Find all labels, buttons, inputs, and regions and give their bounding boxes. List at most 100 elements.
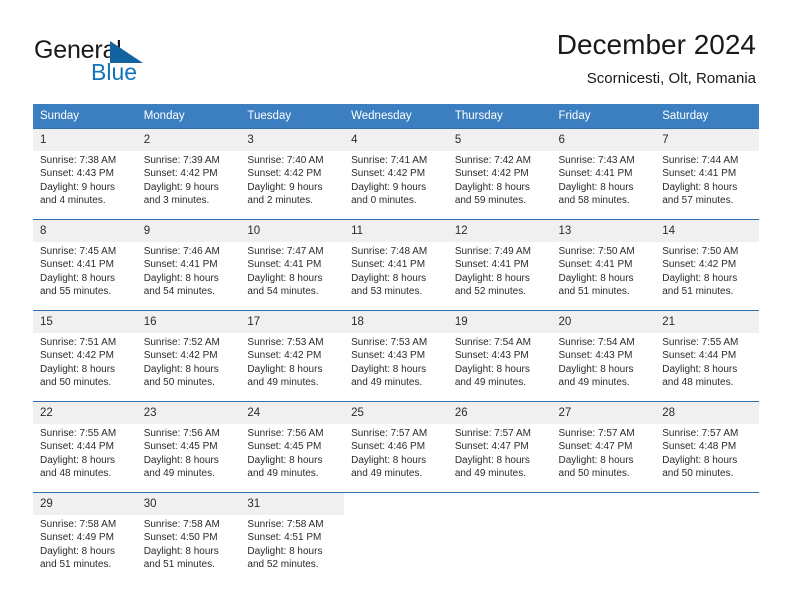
sunrise-text: Sunrise: 7:40 AM bbox=[247, 155, 324, 166]
day-cell[interactable]: 26 Sunrise: 7:57 AM Sunset: 4:47 PM Dayl… bbox=[447, 402, 552, 492]
sunrise-text: Sunrise: 7:50 AM bbox=[558, 246, 635, 257]
sunrise-text: Sunrise: 7:50 AM bbox=[662, 246, 739, 257]
day-cell[interactable]: 18 Sunrise: 7:53 AM Sunset: 4:43 PM Dayl… bbox=[344, 311, 448, 401]
day-cell[interactable]: 20 Sunrise: 7:54 AM Sunset: 4:43 PM Dayl… bbox=[551, 311, 656, 401]
day-cell[interactable]: 15 Sunrise: 7:51 AM Sunset: 4:42 PM Dayl… bbox=[33, 311, 137, 401]
sunrise-text: Sunrise: 7:43 AM bbox=[558, 155, 635, 166]
day-cell[interactable]: 22 Sunrise: 7:55 AM Sunset: 4:44 PM Dayl… bbox=[33, 402, 137, 492]
day-cell[interactable]: 2 Sunrise: 7:39 AM Sunset: 4:42 PM Dayli… bbox=[136, 129, 241, 219]
sunset-text: Sunset: 4:46 PM bbox=[351, 441, 426, 453]
day-cell[interactable]: 29 Sunrise: 7:58 AM Sunset: 4:49 PM Dayl… bbox=[33, 493, 137, 583]
day-cell-empty bbox=[344, 493, 448, 583]
day-cell[interactable]: 13 Sunrise: 7:50 AM Sunset: 4:41 PM Dayl… bbox=[551, 220, 656, 310]
day-cell[interactable]: 24 Sunrise: 7:56 AM Sunset: 4:45 PM Dayl… bbox=[240, 402, 345, 492]
daylight-text-line1: Daylight: 8 hours bbox=[454, 272, 530, 284]
day-info: Sunrise: 7:49 AM Sunset: 4:41 PM Dayligh… bbox=[448, 242, 552, 299]
daylight-text-line2: and 51 minutes. bbox=[662, 286, 734, 298]
day-info: Sunrise: 7:42 AM Sunset: 4:42 PM Dayligh… bbox=[448, 151, 552, 208]
day-cell[interactable]: 12 Sunrise: 7:49 AM Sunset: 4:41 PM Dayl… bbox=[447, 220, 552, 310]
daylight-text-line2: and 3 minutes. bbox=[143, 195, 210, 207]
day-cell[interactable]: 23 Sunrise: 7:56 AM Sunset: 4:45 PM Dayl… bbox=[136, 402, 241, 492]
daylight-text-line2: and 54 minutes. bbox=[247, 286, 319, 298]
sunset-text: Sunset: 4:43 PM bbox=[351, 350, 426, 362]
sunrise-text: Sunrise: 7:42 AM bbox=[454, 155, 531, 166]
day-number: 30 bbox=[136, 493, 241, 515]
day-number: 13 bbox=[551, 220, 656, 242]
day-number: 2 bbox=[136, 129, 241, 151]
day-cell[interactable]: 28 Sunrise: 7:57 AM Sunset: 4:48 PM Dayl… bbox=[655, 402, 759, 492]
day-number: 19 bbox=[447, 311, 552, 333]
sunset-text: Sunset: 4:42 PM bbox=[247, 350, 322, 362]
sunrise-text: Sunrise: 7:49 AM bbox=[454, 246, 531, 257]
sunset-text: Sunset: 4:41 PM bbox=[247, 259, 322, 271]
daylight-text-line2: and 52 minutes. bbox=[247, 559, 319, 571]
day-number bbox=[448, 493, 552, 515]
sunset-text: Sunset: 4:42 PM bbox=[40, 350, 114, 362]
daylight-text-line2: and 53 minutes. bbox=[351, 286, 423, 298]
sunset-text: Sunset: 4:41 PM bbox=[454, 259, 529, 271]
day-info: Sunrise: 7:50 AM Sunset: 4:41 PM Dayligh… bbox=[552, 242, 656, 299]
sunset-text: Sunset: 4:44 PM bbox=[40, 441, 114, 453]
day-cell[interactable]: 8 Sunrise: 7:45 AM Sunset: 4:41 PM Dayli… bbox=[33, 220, 137, 310]
day-number bbox=[344, 493, 448, 515]
day-cell[interactable]: 25 Sunrise: 7:57 AM Sunset: 4:46 PM Dayl… bbox=[344, 402, 448, 492]
daylight-text-line1: Daylight: 8 hours bbox=[662, 454, 738, 466]
day-info: Sunrise: 7:45 AM Sunset: 4:41 PM Dayligh… bbox=[33, 242, 137, 299]
day-cell[interactable]: 16 Sunrise: 7:52 AM Sunset: 4:42 PM Dayl… bbox=[136, 311, 241, 401]
daylight-text-line1: Daylight: 8 hours bbox=[40, 454, 116, 466]
day-cell[interactable]: 14 Sunrise: 7:50 AM Sunset: 4:42 PM Dayl… bbox=[655, 220, 759, 310]
sunset-text: Sunset: 4:42 PM bbox=[662, 259, 737, 271]
day-cell[interactable]: 11 Sunrise: 7:48 AM Sunset: 4:41 PM Dayl… bbox=[344, 220, 448, 310]
daylight-text-line1: Daylight: 8 hours bbox=[143, 545, 219, 557]
sunrise-text: Sunrise: 7:58 AM bbox=[143, 519, 220, 530]
daylight-text-line2: and 50 minutes. bbox=[40, 377, 112, 389]
day-cell[interactable]: 10 Sunrise: 7:47 AM Sunset: 4:41 PM Dayl… bbox=[240, 220, 345, 310]
daylight-text-line1: Daylight: 8 hours bbox=[454, 181, 530, 193]
daylight-text-line2: and 49 minutes. bbox=[454, 377, 526, 389]
daylight-text-line1: Daylight: 8 hours bbox=[454, 454, 530, 466]
day-info: Sunrise: 7:57 AM Sunset: 4:48 PM Dayligh… bbox=[655, 424, 759, 481]
day-cell[interactable]: 6 Sunrise: 7:43 AM Sunset: 4:41 PM Dayli… bbox=[551, 129, 656, 219]
sunset-text: Sunset: 4:41 PM bbox=[40, 259, 114, 271]
day-cell[interactable]: 17 Sunrise: 7:53 AM Sunset: 4:42 PM Dayl… bbox=[240, 311, 345, 401]
sunset-text: Sunset: 4:42 PM bbox=[143, 168, 218, 180]
day-cell[interactable]: 5 Sunrise: 7:42 AM Sunset: 4:42 PM Dayli… bbox=[447, 129, 552, 219]
day-number: 22 bbox=[33, 402, 137, 424]
day-cell[interactable]: 31 Sunrise: 7:58 AM Sunset: 4:51 PM Dayl… bbox=[240, 493, 345, 583]
day-number: 8 bbox=[33, 220, 137, 242]
daylight-text-line2: and 48 minutes. bbox=[662, 377, 734, 389]
sunset-text: Sunset: 4:48 PM bbox=[662, 441, 737, 453]
daylight-text-line2: and 50 minutes. bbox=[143, 377, 215, 389]
day-cell[interactable]: 19 Sunrise: 7:54 AM Sunset: 4:43 PM Dayl… bbox=[447, 311, 552, 401]
sunset-text: Sunset: 4:43 PM bbox=[40, 168, 114, 180]
weekday-header-monday: Monday bbox=[143, 110, 185, 122]
daylight-text-line2: and 51 minutes. bbox=[40, 559, 112, 571]
daylight-text-line1: Daylight: 8 hours bbox=[558, 272, 634, 284]
daylight-text-line1: Daylight: 8 hours bbox=[558, 363, 634, 375]
sunset-text: Sunset: 4:44 PM bbox=[662, 350, 737, 362]
daylight-text-line2: and 57 minutes. bbox=[662, 195, 734, 207]
day-cell[interactable]: 1 Sunrise: 7:38 AM Sunset: 4:43 PM Dayli… bbox=[33, 129, 137, 219]
day-cell[interactable]: 7 Sunrise: 7:44 AM Sunset: 4:41 PM Dayli… bbox=[655, 129, 759, 219]
day-number bbox=[655, 493, 759, 515]
day-info: Sunrise: 7:52 AM Sunset: 4:42 PM Dayligh… bbox=[137, 333, 241, 390]
daylight-text-line1: Daylight: 8 hours bbox=[247, 545, 323, 557]
day-cell[interactable]: 27 Sunrise: 7:57 AM Sunset: 4:47 PM Dayl… bbox=[551, 402, 656, 492]
calendar-week-row: 8 Sunrise: 7:45 AM Sunset: 4:41 PM Dayli… bbox=[33, 219, 759, 310]
daylight-text-line1: Daylight: 8 hours bbox=[143, 272, 219, 284]
sunset-text: Sunset: 4:42 PM bbox=[351, 168, 426, 180]
day-cell[interactable]: 4 Sunrise: 7:41 AM Sunset: 4:42 PM Dayli… bbox=[344, 129, 448, 219]
day-cell[interactable]: 21 Sunrise: 7:55 AM Sunset: 4:44 PM Dayl… bbox=[655, 311, 759, 401]
day-cell[interactable]: 30 Sunrise: 7:58 AM Sunset: 4:50 PM Dayl… bbox=[136, 493, 241, 583]
sunrise-text: Sunrise: 7:58 AM bbox=[247, 519, 324, 530]
day-info: Sunrise: 7:47 AM Sunset: 4:41 PM Dayligh… bbox=[240, 242, 344, 299]
daylight-text-line1: Daylight: 8 hours bbox=[143, 363, 219, 375]
day-info: Sunrise: 7:50 AM Sunset: 4:42 PM Dayligh… bbox=[655, 242, 759, 299]
sunrise-text: Sunrise: 7:41 AM bbox=[351, 155, 428, 166]
day-cell[interactable]: 9 Sunrise: 7:46 AM Sunset: 4:41 PM Dayli… bbox=[136, 220, 241, 310]
day-info: Sunrise: 7:58 AM Sunset: 4:49 PM Dayligh… bbox=[33, 515, 137, 572]
day-cell[interactable]: 3 Sunrise: 7:40 AM Sunset: 4:42 PM Dayli… bbox=[240, 129, 345, 219]
daylight-text-line2: and 49 minutes. bbox=[247, 468, 319, 480]
daylight-text-line2: and 49 minutes. bbox=[247, 377, 319, 389]
day-number: 5 bbox=[447, 129, 552, 151]
